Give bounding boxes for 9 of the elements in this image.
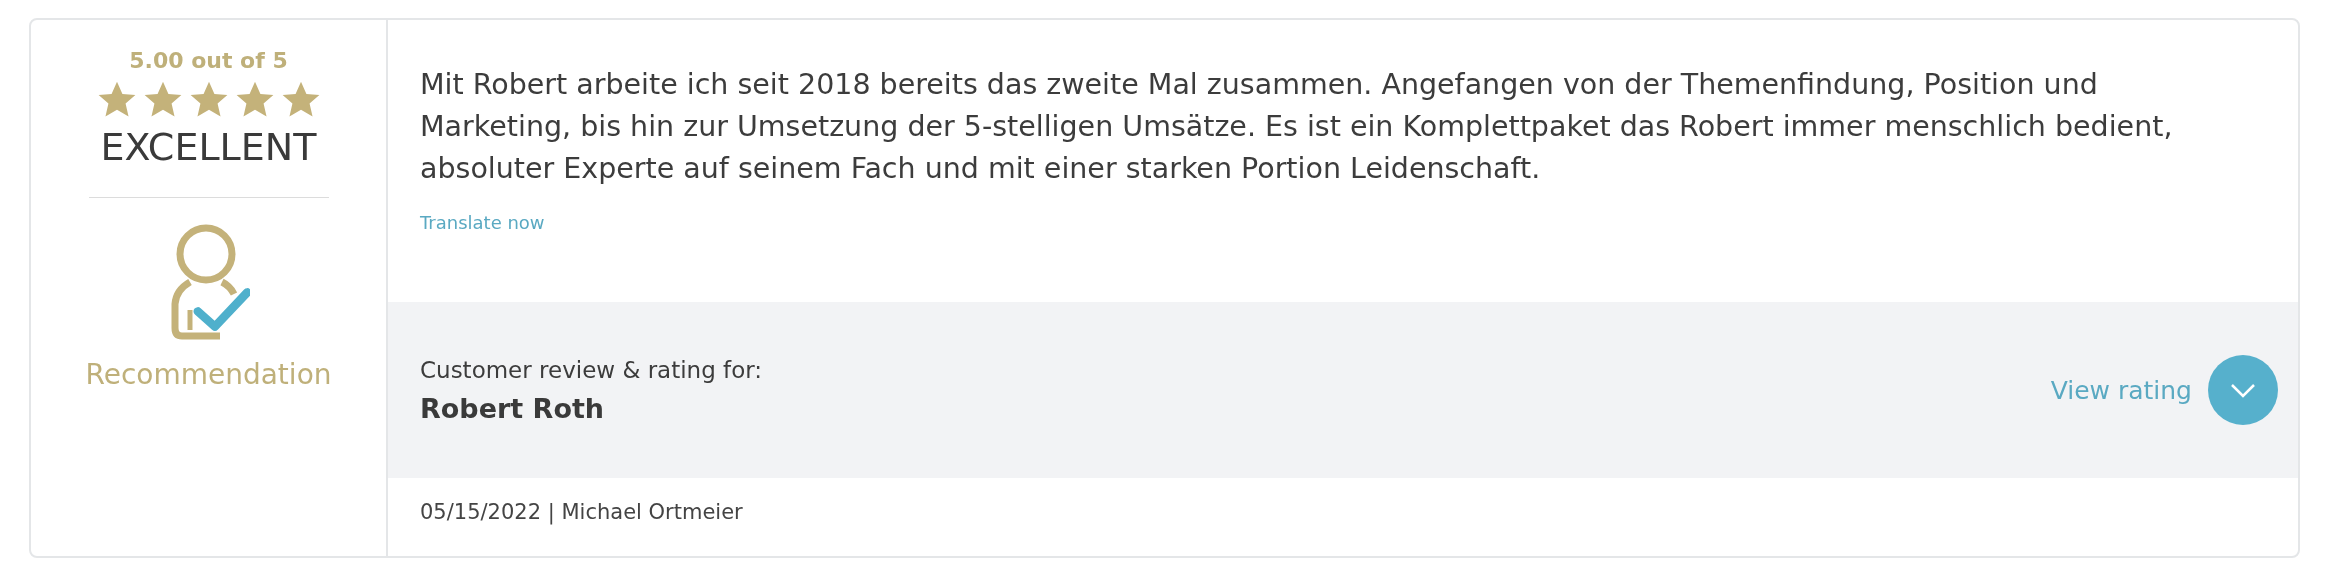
view-rating-button[interactable]: View rating xyxy=(2050,355,2278,425)
verdict-text: EXCELLENT xyxy=(100,125,317,169)
translate-link[interactable]: Translate now xyxy=(420,212,545,233)
review-for-label: Customer review & rating for: xyxy=(420,356,763,383)
score-text: 5.00 out of 5 xyxy=(129,48,288,73)
recommendation-label: Recommendation xyxy=(85,358,332,391)
review-text: Mit Robert arbeite ich seit 2018 bereits das zweite Mal zusammen. Angefangen von der Themenfindung, Position und Marketing, bis hin zur Umsetzung der 5-stelligen Umsätze. Es ist ein Komplettpaket das Robert immer menschlich bedient, absoluter Experte auf seinem Fach und mit einer starken Portion Leidenschaft. xyxy=(420,67,2174,187)
review-meta: 05/15/2022 | Michael Ortmeier xyxy=(419,499,744,527)
subject-name: Robert Roth xyxy=(420,392,606,424)
